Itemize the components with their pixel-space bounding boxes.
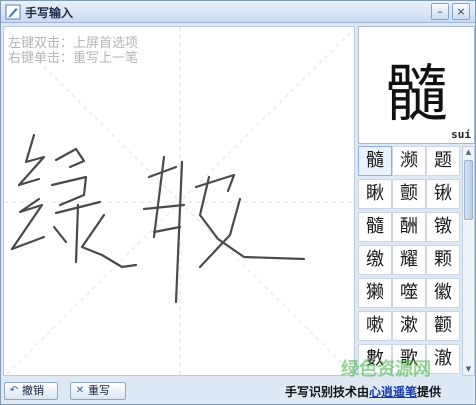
window-title: 手写输入 xyxy=(25,6,74,20)
candidate-grid: 髓 濒 题 瞅 颤 锹 髓 酬 镦 缴 耀 颗 獭 噬 徽 嗽 漱 颧 數 歌 … xyxy=(358,146,461,376)
title-bar[interactable]: 手写输入 – × xyxy=(1,1,475,23)
rewrite-button[interactable]: ✕ 重写 xyxy=(70,382,126,400)
candidate-cell[interactable]: 髓 xyxy=(358,212,392,242)
scroll-down-icon[interactable]: ▼ xyxy=(463,364,474,375)
candidate-cell[interactable]: 锹 xyxy=(426,179,460,209)
scroll-up-icon[interactable]: ▲ xyxy=(463,147,474,158)
preview-character: 髓 xyxy=(385,57,448,130)
rewrite-label: 重写 xyxy=(88,384,110,397)
candidate-cell[interactable]: 题 xyxy=(426,146,460,176)
scroll-thumb[interactable] xyxy=(464,160,473,220)
preview-box[interactable]: 髓 suí xyxy=(358,26,475,144)
candidate-cell[interactable]: 颧 xyxy=(426,311,460,341)
candidate-cell[interactable]: 獭 xyxy=(358,278,392,308)
candidate-panel: 髓 suí 髓 濒 题 瞅 颤 锹 髓 酬 镦 缴 耀 颗 獭 噬 徽 嗽 漱 … xyxy=(358,26,475,376)
candidate-cell[interactable]: 耀 xyxy=(392,245,426,275)
credit-prefix: 手写识别技术由 xyxy=(285,385,370,399)
minimize-icon: – xyxy=(437,5,443,18)
candidate-cell[interactable]: 缴 xyxy=(358,245,392,275)
pen-icon xyxy=(5,4,21,20)
writing-canvas[interactable]: 左键双击：上屏首选项 右键单击：重写上一笔 xyxy=(3,26,355,376)
credit-suffix: 提供 xyxy=(417,385,442,399)
candidate-cell[interactable]: 镦 xyxy=(426,212,460,242)
candidate-scrollbar[interactable]: ▲ ▼ xyxy=(462,146,475,376)
bottom-toolbar: ↶ 撤销 ✕ 重写 手写识别技术由心逍遥笔提供 xyxy=(1,378,475,404)
pinyin-label: suí xyxy=(451,128,471,141)
minimize-button[interactable]: – xyxy=(431,3,449,20)
brand-link[interactable]: 心逍遥笔 xyxy=(369,385,417,399)
candidate-cell[interactable]: 酬 xyxy=(392,212,426,242)
candidate-cell[interactable]: 徽 xyxy=(426,278,460,308)
candidate-cell[interactable]: 噬 xyxy=(392,278,426,308)
undo-button[interactable]: ↶ 撤销 xyxy=(4,382,58,400)
candidate-cell[interactable]: 漱 xyxy=(392,311,426,341)
close-icon: × xyxy=(456,5,466,18)
handwriting-window: 手写输入 – × 左键双击：上屏首选项 右键单击：重写上一笔 髓 suí 髓 濒… xyxy=(0,0,476,405)
undo-label: 撤销 xyxy=(22,384,44,397)
candidate-cell[interactable]: 颤 xyxy=(392,179,426,209)
credit-text: 手写识别技术由心逍遥笔提供 xyxy=(285,383,441,400)
candidate-cell[interactable]: 濒 xyxy=(392,146,426,176)
candidate-cell[interactable]: 颗 xyxy=(426,245,460,275)
candidate-cell[interactable]: 嗽 xyxy=(358,311,392,341)
close-button[interactable]: × xyxy=(452,3,470,20)
candidate-cell[interactable]: 澈 xyxy=(426,344,460,374)
candidate-cell[interactable]: 髓 xyxy=(358,146,392,176)
candidate-cell[interactable]: 瞅 xyxy=(358,179,392,209)
undo-arrow-icon: ↶ xyxy=(9,385,19,396)
handwriting-strokes xyxy=(10,133,306,304)
rewrite-x-icon: ✕ xyxy=(75,385,85,396)
